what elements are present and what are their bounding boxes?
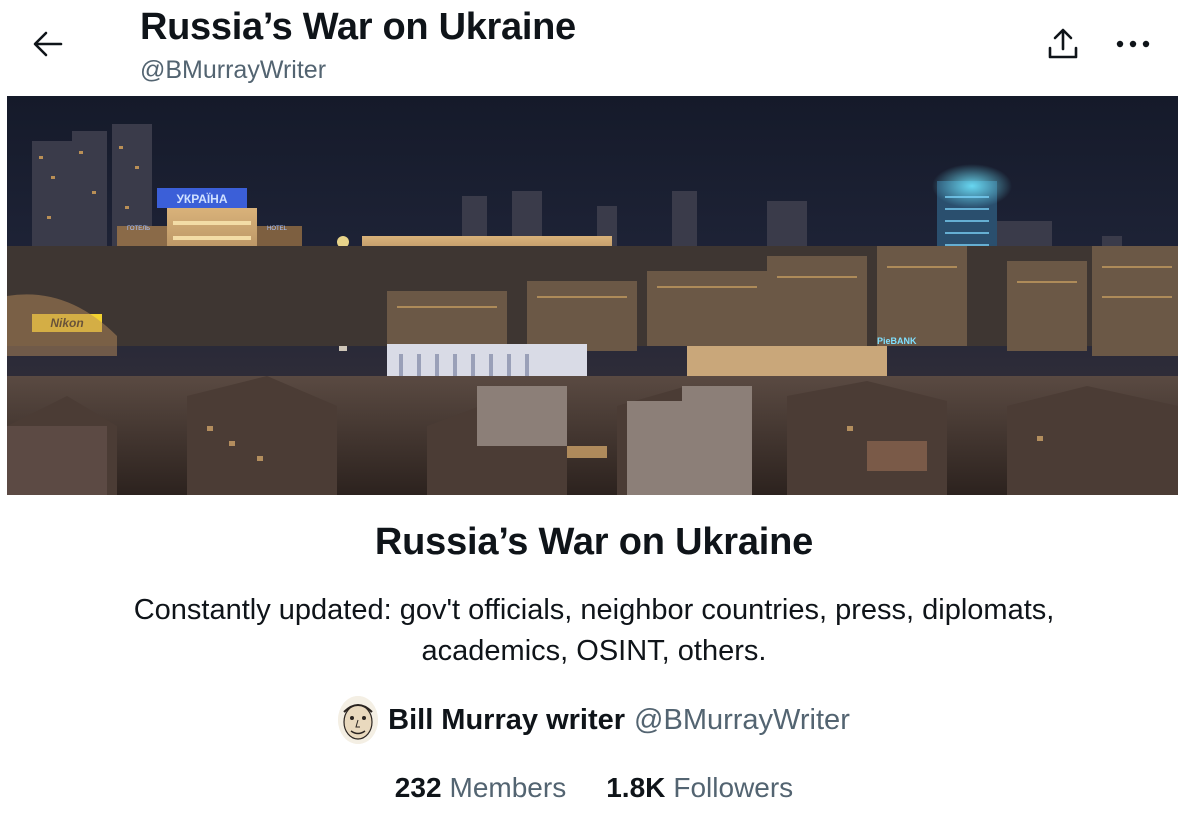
hotel-small-sign: ГОТЕЛЬ: [127, 226, 150, 232]
list-description: Constantly updated: gov't officials, nei…: [133, 594, 1055, 667]
list-owner: Bill Murray writer @BMurrayWriter: [0, 692, 1188, 748]
back-button[interactable]: [24, 22, 72, 66]
hotel-sign-text: УКРАЇНА: [176, 191, 227, 206]
bank-sign-text: PieBANK: [877, 336, 917, 346]
hotel-small-sign-2: HOTEL: [267, 226, 288, 232]
more-horizontal-icon: [1116, 40, 1150, 48]
arrow-left-icon: [33, 31, 63, 57]
owner-name: Bill Murray writer: [388, 703, 626, 736]
list-stats: 232 Members 1.8K Followers: [0, 768, 1188, 808]
list-banner-image: УКРАЇНА ГОТЕЛЬ HOTEL PieBANK: [7, 96, 1178, 495]
avatar[interactable]: [338, 696, 379, 744]
top-bar: Russia’s War on Ukraine @BMurrayWriter: [0, 0, 1188, 96]
share-button[interactable]: [1040, 22, 1086, 66]
members-count: 232: [394, 772, 442, 803]
owner-handle: @BMurrayWriter: [634, 703, 850, 736]
followers-count: 1.8K: [606, 772, 666, 803]
avatar-caricature-icon: [338, 696, 379, 744]
members-link[interactable]: 232 Members: [395, 772, 566, 804]
more-options-button[interactable]: [1110, 22, 1156, 66]
members-label: Members: [449, 772, 567, 803]
list-name: Russia’s War on Ukraine: [374, 521, 814, 563]
share-upload-icon: [1048, 28, 1078, 59]
followers-link[interactable]: 1.8K Followers: [606, 772, 793, 804]
owner-profile-link[interactable]: Bill Murray writer @BMurrayWriter: [338, 696, 850, 744]
followers-label: Followers: [673, 772, 794, 803]
header-title: Russia’s War on Ukraine: [140, 6, 576, 48]
header-handle: @BMurrayWriter: [140, 56, 327, 84]
